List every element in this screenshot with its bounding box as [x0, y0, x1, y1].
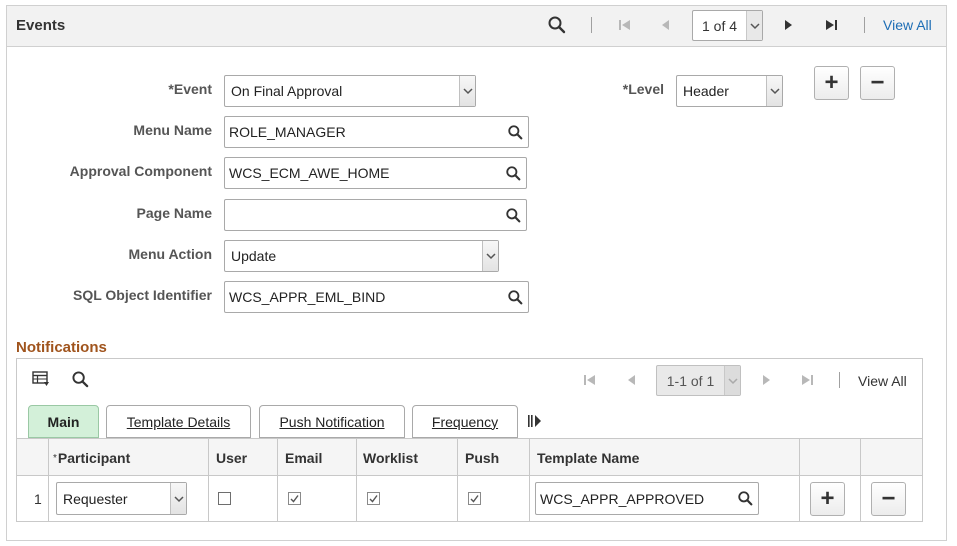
page-name-input[interactable]: [224, 199, 527, 231]
tab-push-notification[interactable]: Push Notification: [259, 405, 405, 438]
events-view-all-link[interactable]: View All: [883, 17, 932, 33]
lookup-search-icon[interactable]: [502, 282, 528, 312]
next-page-icon[interactable]: [760, 371, 774, 389]
divider: [799, 439, 800, 521]
divider: [860, 439, 861, 521]
tab-label: Push Notification: [279, 413, 385, 430]
show-all-columns-icon[interactable]: [527, 413, 543, 429]
tab-label: Template Details: [126, 413, 231, 430]
divider: [529, 439, 530, 521]
lookup-search-icon[interactable]: [732, 483, 758, 514]
lookup-search-icon[interactable]: [500, 158, 526, 188]
menu-action-select[interactable]: Update: [224, 240, 499, 272]
previous-page-icon[interactable]: [624, 371, 638, 389]
lookup-search-icon[interactable]: [500, 200, 526, 230]
sql-object-label: SQL Object Identifier: [73, 287, 212, 303]
divider: [208, 439, 209, 521]
menu-name-label: Menu Name: [133, 122, 212, 138]
row-number: 1: [34, 491, 42, 507]
search-icon[interactable]: [548, 16, 566, 34]
divider: [17, 438, 922, 439]
menu-name-input[interactable]: ROLE_MANAGER: [224, 116, 529, 148]
chevron-down-icon: [482, 241, 498, 271]
notifications-row-selector[interactable]: 1-1 of 1: [656, 365, 741, 396]
remove-row-button[interactable]: −: [871, 482, 906, 516]
worklist-checkbox[interactable]: [367, 492, 380, 505]
tab-main[interactable]: Main: [28, 405, 99, 438]
add-row-button[interactable]: +: [810, 482, 845, 516]
events-title: Events: [16, 17, 66, 34]
notifications-view-all-link[interactable]: View All: [858, 373, 907, 389]
tab-label: Frequency: [431, 413, 499, 430]
menu-action-value: Update: [231, 248, 277, 264]
chevron-down-icon: [459, 76, 475, 106]
divider: [356, 439, 357, 521]
previous-page-icon[interactable]: [658, 16, 672, 34]
push-checkbox[interactable]: [468, 492, 481, 505]
event-select[interactable]: On Final Approval: [224, 75, 476, 107]
first-page-icon[interactable]: [617, 16, 633, 34]
sql-object-value: WCS_APPR_EML_BIND: [229, 289, 386, 305]
chevron-down-icon: [746, 11, 762, 40]
approval-component-label: Approval Component: [69, 163, 212, 179]
participant-value: Requester: [63, 490, 128, 507]
sql-object-input[interactable]: WCS_APPR_EML_BIND: [224, 281, 529, 313]
template-name-value: WCS_APPR_APPROVED: [540, 490, 705, 507]
toolbar-separator: [591, 17, 592, 33]
divider: [48, 439, 49, 521]
chevron-down-icon: [724, 366, 740, 395]
template-name-input[interactable]: WCS_APPR_APPROVED: [535, 482, 759, 515]
col-user: User: [216, 450, 248, 466]
email-checkbox[interactable]: [288, 492, 301, 505]
lookup-search-icon[interactable]: [502, 117, 528, 147]
approval-component-input[interactable]: WCS_ECM_AWE_HOME: [224, 157, 527, 189]
tab-template-details[interactable]: Template Details: [106, 405, 251, 438]
grid-search-icon[interactable]: [72, 371, 89, 388]
user-checkbox[interactable]: [218, 492, 231, 505]
notifications-pager-value: 1-1 of 1: [666, 372, 715, 389]
divider: [457, 439, 458, 521]
participant-select[interactable]: Requester: [56, 482, 187, 515]
last-page-icon[interactable]: [823, 16, 839, 34]
toolbar-separator: [839, 372, 840, 388]
chevron-down-icon: [170, 483, 186, 514]
events-header: [7, 6, 946, 47]
col-push: Push: [465, 450, 500, 466]
chevron-down-icon: [766, 76, 782, 106]
approval-component-value: WCS_ECM_AWE_HOME: [229, 165, 390, 181]
menu-name-value: ROLE_MANAGER: [229, 124, 346, 140]
col-email: Email: [285, 450, 323, 466]
required-marker: *: [53, 452, 57, 464]
divider: [277, 439, 278, 521]
level-select[interactable]: Header: [676, 75, 783, 107]
toolbar-separator: [864, 17, 865, 33]
event-value: On Final Approval: [231, 83, 343, 99]
last-page-icon[interactable]: [799, 371, 815, 389]
tab-frequency[interactable]: Frequency: [412, 405, 518, 438]
page-name-label: Page Name: [136, 205, 212, 221]
col-participant-label: Participant: [57, 450, 131, 466]
col-participant: * Participant: [53, 450, 130, 466]
divider: [17, 475, 922, 476]
menu-action-label: Menu Action: [128, 246, 212, 262]
col-worklist: Worklist: [363, 450, 418, 466]
next-page-icon[interactable]: [782, 16, 796, 34]
personalize-grid-icon[interactable]: [32, 371, 50, 387]
events-pager-value: 1 of 4: [701, 17, 738, 34]
col-template-name: Template Name: [537, 450, 640, 466]
level-label: *Level: [622, 81, 664, 97]
add-event-button[interactable]: +: [814, 66, 849, 100]
notifications-title: Notifications: [16, 339, 107, 356]
events-row-selector[interactable]: 1 of 4: [692, 10, 763, 41]
first-page-icon[interactable]: [582, 371, 598, 389]
remove-event-button[interactable]: −: [860, 66, 895, 100]
event-label: *Event: [168, 81, 212, 97]
level-value: Header: [683, 83, 729, 99]
